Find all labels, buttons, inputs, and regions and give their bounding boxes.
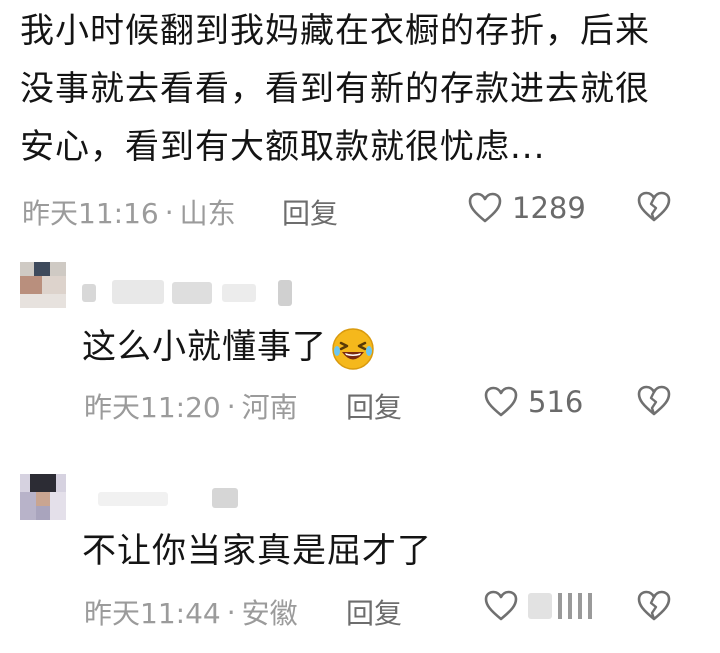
like-button[interactable]: 516 (484, 385, 583, 419)
comment-location: 安徽 (241, 597, 298, 630)
dislike-button[interactable] (637, 191, 671, 227)
reply-button[interactable]: 回复 (282, 192, 338, 232)
comment-location: 山东 (179, 197, 236, 230)
comment-location: 河南 (241, 391, 298, 424)
meta-separator: · (226, 389, 236, 423)
laughing-tears-emoji (332, 327, 374, 370)
broken-heart-icon (637, 385, 671, 416)
dislike-button[interactable] (637, 385, 671, 421)
comment-meta: 昨天11:44 · 安徽 (84, 592, 298, 632)
comment-meta: 昨天11:20 · 河南 (84, 386, 298, 426)
meta-separator: · (226, 595, 236, 629)
comment-time: 昨天11:44 (84, 597, 221, 630)
like-count-obscured (528, 593, 592, 619)
reply-button[interactable]: 回复 (346, 386, 402, 426)
reply-button[interactable]: 回复 (346, 592, 402, 632)
comment-meta: 昨天11:16 · 山东 (22, 192, 236, 232)
like-count: 516 (528, 385, 584, 419)
avatar[interactable] (20, 262, 66, 308)
comment-text: 不让你当家真是屈才了 (82, 531, 432, 571)
dislike-button[interactable] (637, 590, 671, 626)
broken-heart-icon (637, 191, 671, 222)
comment-time: 昨天11:20 (84, 391, 221, 424)
like-button[interactable]: 1289 (468, 191, 586, 225)
comment-text: 我小时候翻到我妈藏在衣橱的存折，后来 没事就去看看，看到有新的存款进去就很 安心… (20, 11, 650, 167)
comment-text: 这么小就懂事了 (82, 318, 375, 376)
heart-outline-icon (484, 386, 518, 417)
meta-separator: · (164, 195, 174, 229)
broken-heart-icon (637, 590, 671, 621)
like-button[interactable] (484, 590, 592, 622)
like-count: 1289 (512, 191, 586, 225)
heart-outline-icon (468, 192, 502, 223)
avatar[interactable] (20, 474, 66, 520)
heart-outline-icon (484, 590, 518, 621)
comment-time: 昨天11:16 (22, 197, 159, 230)
